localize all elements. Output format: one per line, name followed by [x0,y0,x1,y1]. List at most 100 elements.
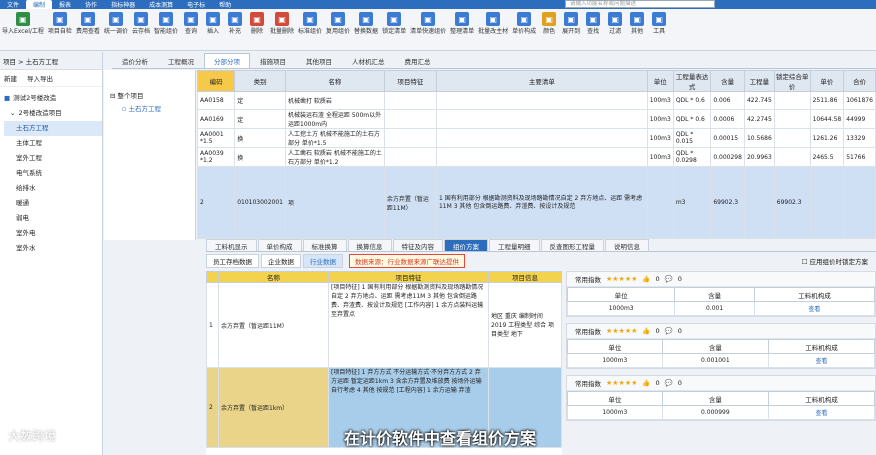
view-link[interactable]: 查看 [768,353,875,368]
menu-item-0[interactable]: 文件 [0,0,26,9]
detail-tab-2[interactable]: 标准换算 [302,239,347,251]
tab-industry-data[interactable]: 行业数据 [303,254,343,268]
tab-2[interactable]: 分部分项 [204,53,250,68]
cell-name: 余方弃置（暂运距11M） [383,166,437,239]
standard-button[interactable]: ▣ 标准组价 [296,12,324,35]
tree-item-electric[interactable]: 电气系统 [4,166,102,181]
card-title: 常用指数 [575,380,601,388]
detail-tab-3[interactable]: 换算信息 [347,239,392,251]
tool-button[interactable]: ▣ 工具 [648,12,670,35]
like-icon[interactable]: 👍 [642,379,650,387]
card-col-content: 含量 [661,391,770,406]
cell-price: 2465.5 [809,147,845,167]
replace-button[interactable]: ▣ 替换数据 [352,12,380,35]
detail-tab-1[interactable]: 单价构成 [257,239,302,251]
video-caption: 在计价软件中查看组价方案 [343,429,536,448]
tree-child[interactable]: ▫ 土石方工程 [110,103,195,116]
menu-item-6[interactable]: 电子标 [180,0,212,9]
tree-item-main[interactable]: 主体工程 [4,136,102,151]
cell-unit: m3 [672,166,712,239]
filter-button[interactable]: ▣ 过滤 [604,12,626,35]
tree-item-outdoor-water[interactable]: 室外水 [4,241,102,256]
tree-item-hvac[interactable]: 暖通 [4,196,102,211]
tab-3[interactable]: 措施项目 [250,53,296,68]
like-icon[interactable]: 👍 [642,275,650,283]
import-export-button[interactable]: 导入导出 [27,73,53,83]
query-button[interactable]: ▣ 查询 [180,12,202,35]
tab-0[interactable]: 造价分析 [112,53,158,68]
color-button[interactable]: ▣ 颜色 [538,12,560,35]
detail-tab-0[interactable]: 工料机显示 [206,239,257,251]
cell-content [743,166,775,239]
ribbon-label: 展开到 [562,28,581,35]
like-icon[interactable]: 👍 [642,327,650,335]
detail-tab-7[interactable]: 反查图形工程量 [540,239,604,251]
menu-item-1[interactable]: 编制 [26,0,53,9]
detail-tab-5[interactable]: 组价方案 [444,239,488,251]
tab-1[interactable]: 工程概况 [158,53,204,68]
fast-button[interactable]: ▣ 清单快速组价 [408,12,448,35]
tab-6[interactable]: 费用汇总 [395,53,441,68]
menu-item-2[interactable]: 报表 [52,0,78,9]
cloud-button[interactable]: ▣ 云存档 [130,12,152,35]
detail-tab-8[interactable]: 说明信息 [605,239,649,251]
menu-item-5[interactable]: 成本测算 [142,0,180,9]
cell-total: 13329 [843,128,876,148]
sort-button[interactable]: ▣ 整理清单 [448,12,476,35]
comment-icon[interactable]: 💬 [665,275,673,283]
detail-tab-4[interactable]: 特征及内容 [392,239,443,251]
tab-enterprise-data[interactable]: 企业数据 [261,254,301,268]
grid-row[interactable]: AA0169 定机械装运石渣 全程运距 500m以外 运距1000m内 100m3 Q… [196,109,876,129]
color-icon: ▣ [542,12,557,26]
cost-button[interactable]: ▣ 费用查看 [74,12,102,35]
grid-row[interactable]: AA0001 *1.5 换人工挖土方 机械不能施工的土石方部分 单价*1.5 100… [196,128,876,148]
grid-row[interactable]: AA0039 *1.2 换人工凿石 软质岩 机械不能施工的土石方部分 单价*1.2… [196,147,876,167]
material-button[interactable]: ▣ 批量改主材 [476,12,510,35]
more-button[interactable]: ▣ 其他 [626,12,648,35]
delete-button[interactable]: ▣ 删除 [246,12,268,35]
cell-main [435,147,648,167]
cell-total: 1061876 [843,91,876,110]
supplement-button[interactable]: ▣ 补充 [224,12,246,35]
view-link[interactable]: 查看 [753,301,876,316]
find-button[interactable]: ▣ 查找 [582,12,604,35]
card-header: 常用指数 ★★★★★ 👍 0 💬 0 [567,376,875,391]
lock-plan-checkbox[interactable]: ☐ 应用组价时锁定方案 [802,256,868,266]
tree-item-weak-current[interactable]: 弱电 [4,211,102,226]
expand-button[interactable]: ▣ 展开到 [560,12,582,35]
menu-item-3[interactable]: 协作 [78,0,104,9]
comment-icon[interactable]: 💬 [665,379,673,387]
project-root[interactable]: ■ 测试2号楼改造 [4,91,102,106]
search-input[interactable]: 请输入功能名称或问题描述 [565,0,715,8]
grid-row-selected[interactable]: 2 010103002001 项余方弃置（暂运距11M） 1 国有利用部分 根据勘测资… [196,166,876,239]
insert-button[interactable]: ▣ 插入 [202,12,224,35]
tree-item-project[interactable]: ⌄ 2号楼改造项目 [4,106,102,121]
batch-delete-button[interactable]: ▣ 批量删除 [268,12,296,35]
lock-button[interactable]: ▣ 锁定清单 [380,12,408,35]
tab-4[interactable]: 其他项目 [296,53,342,68]
tab-employee-data[interactable]: 员工存档数据 [206,254,259,268]
tree-item-plumbing[interactable]: 给排水 [4,181,102,196]
cell-content: 0.0006 [710,109,745,129]
plan-card: 常用指数 ★★★★★ 👍 0 💬 0 单位 含量 工料机构成 1000m3 0.001001 查看 [566,323,876,369]
tree-item-outdoor[interactable]: 室外工程 [4,151,102,166]
menu-item-7[interactable]: 帮助 [212,0,238,9]
detail-tab-6[interactable]: 工程量明细 [489,239,540,251]
smart-button[interactable]: ▣ 智能组价 [152,12,180,35]
tree-item-outdoor-electric[interactable]: 室外电 [4,226,102,241]
grid-row[interactable]: AA0158 定机械凿打 软质岩 100m3 QDL * 0.6 0.006 422.74… [196,91,876,110]
price-button[interactable]: ▣ 单价构成 [510,12,538,35]
tree-root[interactable]: ⊟ 整个项目 [110,90,195,103]
view-link[interactable]: 查看 [768,405,875,420]
check-button[interactable]: ▣ 项目自检 [46,12,74,35]
import-button[interactable]: ▣ 导入Excel/工程 [0,12,46,35]
reuse-button[interactable]: ▣ 复用组价 [324,12,352,35]
comment-icon[interactable]: 💬 [665,327,673,335]
menu-item-4[interactable]: 指标神器 [104,0,142,9]
plan-row[interactable]: 1 余方弃置（暂运距11M） [项目特征] 1 国有利用部分 根据勘测资料及现场… [206,282,562,368]
tab-5[interactable]: 人材机汇总 [342,53,395,68]
adjust-button[interactable]: ▣ 统一调价 [102,12,130,35]
like-count: 0 [655,379,660,387]
tree-item-earthwork[interactable]: 土石方工程 [4,121,102,136]
new-button[interactable]: 新建 [4,73,17,83]
